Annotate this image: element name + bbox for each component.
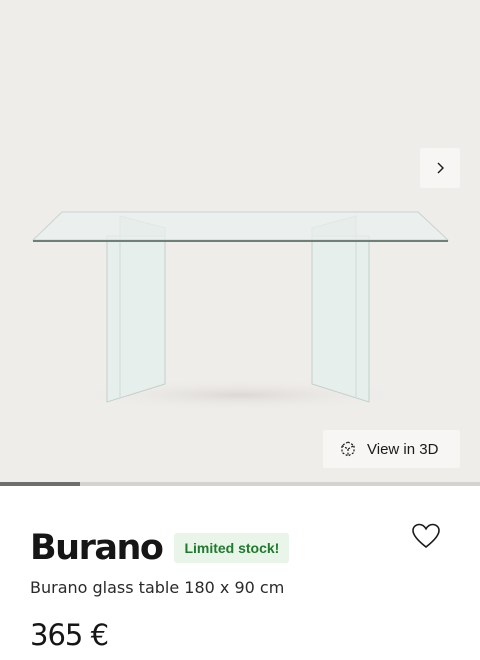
cube-3d-icon — [341, 441, 355, 457]
next-image-button[interactable] — [420, 148, 460, 188]
chevron-right-icon — [437, 162, 444, 174]
product-title: Burano — [30, 528, 164, 568]
product-image-gallery[interactable]: View in 3D — [0, 0, 480, 486]
product-image — [31, 211, 450, 411]
add-to-favorites-button[interactable] — [410, 521, 442, 553]
heart-icon — [412, 523, 440, 548]
view-in-3d-label: View in 3D — [367, 440, 439, 458]
stock-status-badge: Limited stock! — [174, 533, 290, 563]
product-price: 365 € — [30, 618, 109, 652]
gallery-progress-bar — [0, 482, 480, 486]
product-subtitle: Burano glass table 180 x 90 cm — [30, 578, 285, 597]
product-title-row: Burano Limited stock! — [30, 526, 290, 570]
view-in-3d-button[interactable]: View in 3D — [323, 430, 460, 468]
gallery-progress-fill — [0, 482, 81, 486]
